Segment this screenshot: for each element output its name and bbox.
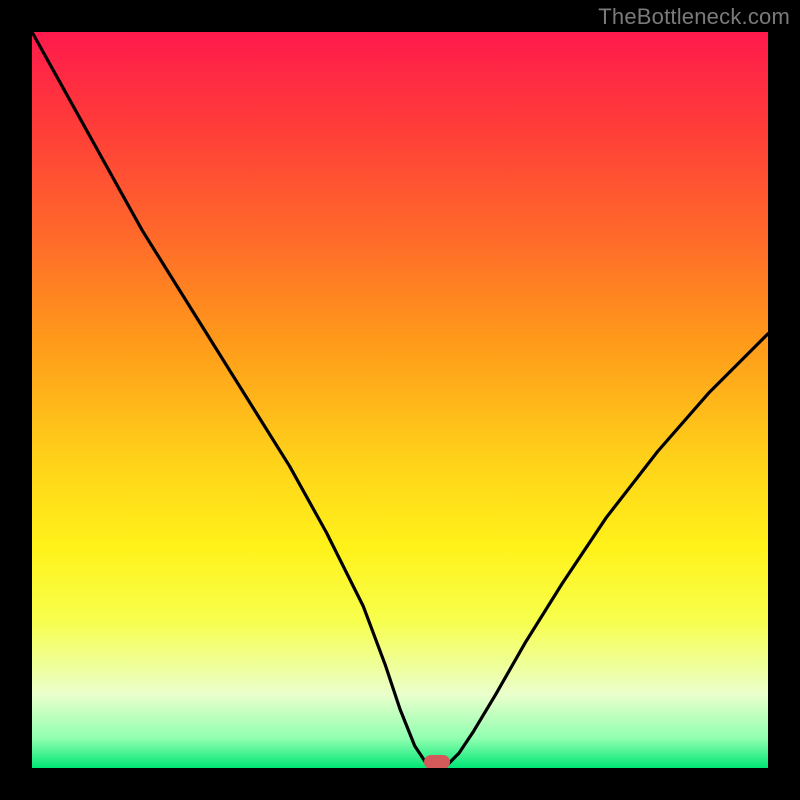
- chart-frame: TheBottleneck.com: [0, 0, 800, 800]
- bottleneck-curve: [32, 32, 768, 768]
- optimal-point-marker: [424, 755, 450, 768]
- plot-area: [32, 32, 768, 768]
- watermark-text: TheBottleneck.com: [598, 4, 790, 30]
